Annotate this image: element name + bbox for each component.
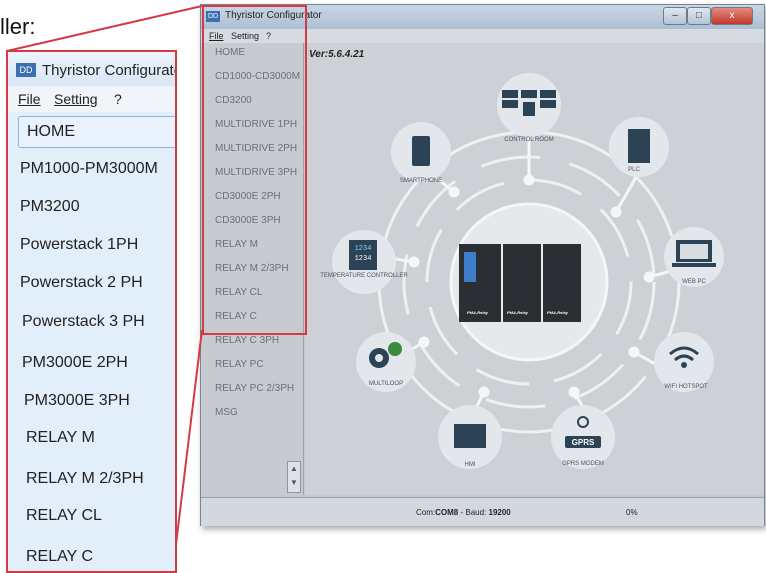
temp-display-bottom: 1234 <box>355 255 372 263</box>
list-item[interactable]: MSG <box>215 407 238 418</box>
zoom-list-item[interactable]: Powerstack 1PH <box>20 236 138 254</box>
multiloop-label: MULTILOOP <box>369 381 403 387</box>
control-room-label: CONTROL ROOM <box>504 137 553 143</box>
list-item[interactable]: RELAY PC <box>215 359 264 370</box>
smartphone-icon <box>412 136 430 166</box>
temperature-controller-label: TEMPERATURE CONTROLLER <box>320 273 408 279</box>
hmi-label: HMI <box>465 462 476 468</box>
list-item[interactable]: RELAY C 3PH <box>215 335 279 346</box>
zoom-list-item[interactable]: PM1000-PM3000M <box>20 160 158 178</box>
zoom-list-item[interactable]: RELAY M <box>26 429 95 447</box>
zoom-menu-file[interactable]: File <box>18 91 41 107</box>
plc-label: PLC <box>628 167 640 173</box>
caption-text: ller: <box>0 14 36 39</box>
progress-label: 0% <box>626 508 638 517</box>
hmi-icon <box>454 424 486 448</box>
highlight-box <box>202 5 307 335</box>
zoom-home-item[interactable]: HOME <box>18 116 175 148</box>
relay-device-image: PMA-Relay PMA-Relay PMA-Relay <box>459 244 581 322</box>
web-pc-label: WEB PC <box>682 279 706 285</box>
zoom-menu-setting[interactable]: Setting <box>54 91 98 107</box>
scroll-arrows[interactable]: ▲ ▼ <box>287 461 301 493</box>
minimize-button[interactable]: – <box>663 7 687 25</box>
zoom-menu-help[interactable]: ? <box>114 91 122 107</box>
maximize-button[interactable]: □ <box>687 7 711 25</box>
zoom-list-item[interactable]: PM3200 <box>20 198 80 216</box>
zoom-panel: DD Thyristor Configurato File Setting ? … <box>6 50 177 573</box>
zoom-list-item[interactable]: PM3000E 3PH <box>24 392 130 410</box>
zoom-window-title: Thyristor Configurato <box>42 62 177 79</box>
wifi-label: WIFI HOTSPOT <box>664 384 708 390</box>
zoom-title-bar: DD Thyristor Configurato <box>8 52 175 86</box>
zoom-list-item[interactable]: RELAY M 2/3PH <box>26 470 144 488</box>
device-label-2: PMA-Relay <box>507 310 529 315</box>
zoom-list-item[interactable]: RELAY CL <box>26 507 102 525</box>
list-item[interactable]: RELAY PC 2/3PH <box>215 383 294 394</box>
zoom-app-logo-icon: DD <box>16 63 36 77</box>
com-value: COM8 <box>435 508 459 517</box>
zoom-list-item[interactable]: Powerstack 3 PH <box>22 313 145 331</box>
baud-label: - Baud: <box>458 508 489 517</box>
gprs-badge-text: GPRS <box>572 438 595 447</box>
close-button[interactable]: x <box>711 7 753 25</box>
status-bar: Com:COM8 - Baud: 19200 0% <box>201 497 764 526</box>
zoom-list-item[interactable]: RELAY C <box>26 548 93 566</box>
device-label-1: PMA-Relay <box>467 310 489 315</box>
baud-value: 19200 <box>488 508 511 517</box>
zoom-list-item[interactable]: Powerstack 2 PH <box>20 274 143 292</box>
plc-icon <box>628 129 650 163</box>
status-connection: Com:COM8 - Baud: 19200 <box>416 508 511 517</box>
zoom-list-item[interactable]: PM3000E 2PH <box>22 354 128 372</box>
version-label: Ver:5.6.4.21 <box>309 49 365 60</box>
device-label-3: PMA-Relay <box>547 310 569 315</box>
smartphone-label: SMARTPHONE <box>400 178 442 184</box>
zoom-menu-bar: File Setting ? <box>8 86 175 112</box>
network-diagram: PMA-Relay PMA-Relay PMA-Relay CONTROL RO… <box>320 73 724 469</box>
gprs-label: GPRS MODEM <box>562 461 604 467</box>
zoom-home-label: HOME <box>27 123 75 140</box>
com-label: Com: <box>416 508 436 517</box>
temp-display-top: 1234 <box>355 245 372 253</box>
